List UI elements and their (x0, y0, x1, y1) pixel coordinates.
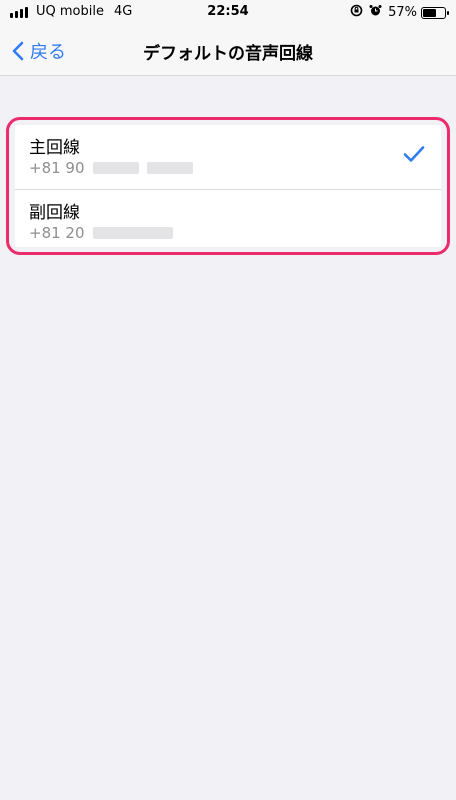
redacted-number (92, 227, 173, 239)
rotation-lock-icon (350, 4, 363, 21)
page-title: デフォルトの音声回線 (143, 44, 313, 64)
line-number-prefix: +81 90 (29, 159, 85, 177)
redacted-number (92, 162, 139, 174)
line-number-prefix: +81 20 (29, 224, 85, 242)
line-list: 主回線 +81 90 副回線 +81 20 (15, 125, 441, 247)
screen: UQ mobile 4G 22:54 57% 戻る デフォルトの音声回線 主回線… (0, 0, 456, 800)
redacted-number (146, 162, 193, 174)
alarm-icon (369, 4, 382, 21)
line-title: 副回線 (29, 203, 80, 223)
nav-bar: 戻る デフォルトの音声回線 (0, 26, 456, 76)
status-right: 57% (350, 4, 449, 21)
line-number: +81 90 (29, 159, 193, 177)
battery-percent: 57% (388, 5, 417, 20)
line-title: 主回線 (29, 138, 80, 158)
highlight-frame: 主回線 +81 90 副回線 +81 20 (6, 117, 450, 255)
battery-icon (421, 6, 449, 19)
status-bar: UQ mobile 4G 22:54 57% (0, 0, 456, 26)
checkmark-icon (403, 145, 425, 167)
line-option-primary[interactable]: 主回線 +81 90 (15, 125, 441, 189)
line-option-secondary[interactable]: 副回線 +81 20 (15, 189, 441, 253)
line-number: +81 20 (29, 224, 173, 242)
